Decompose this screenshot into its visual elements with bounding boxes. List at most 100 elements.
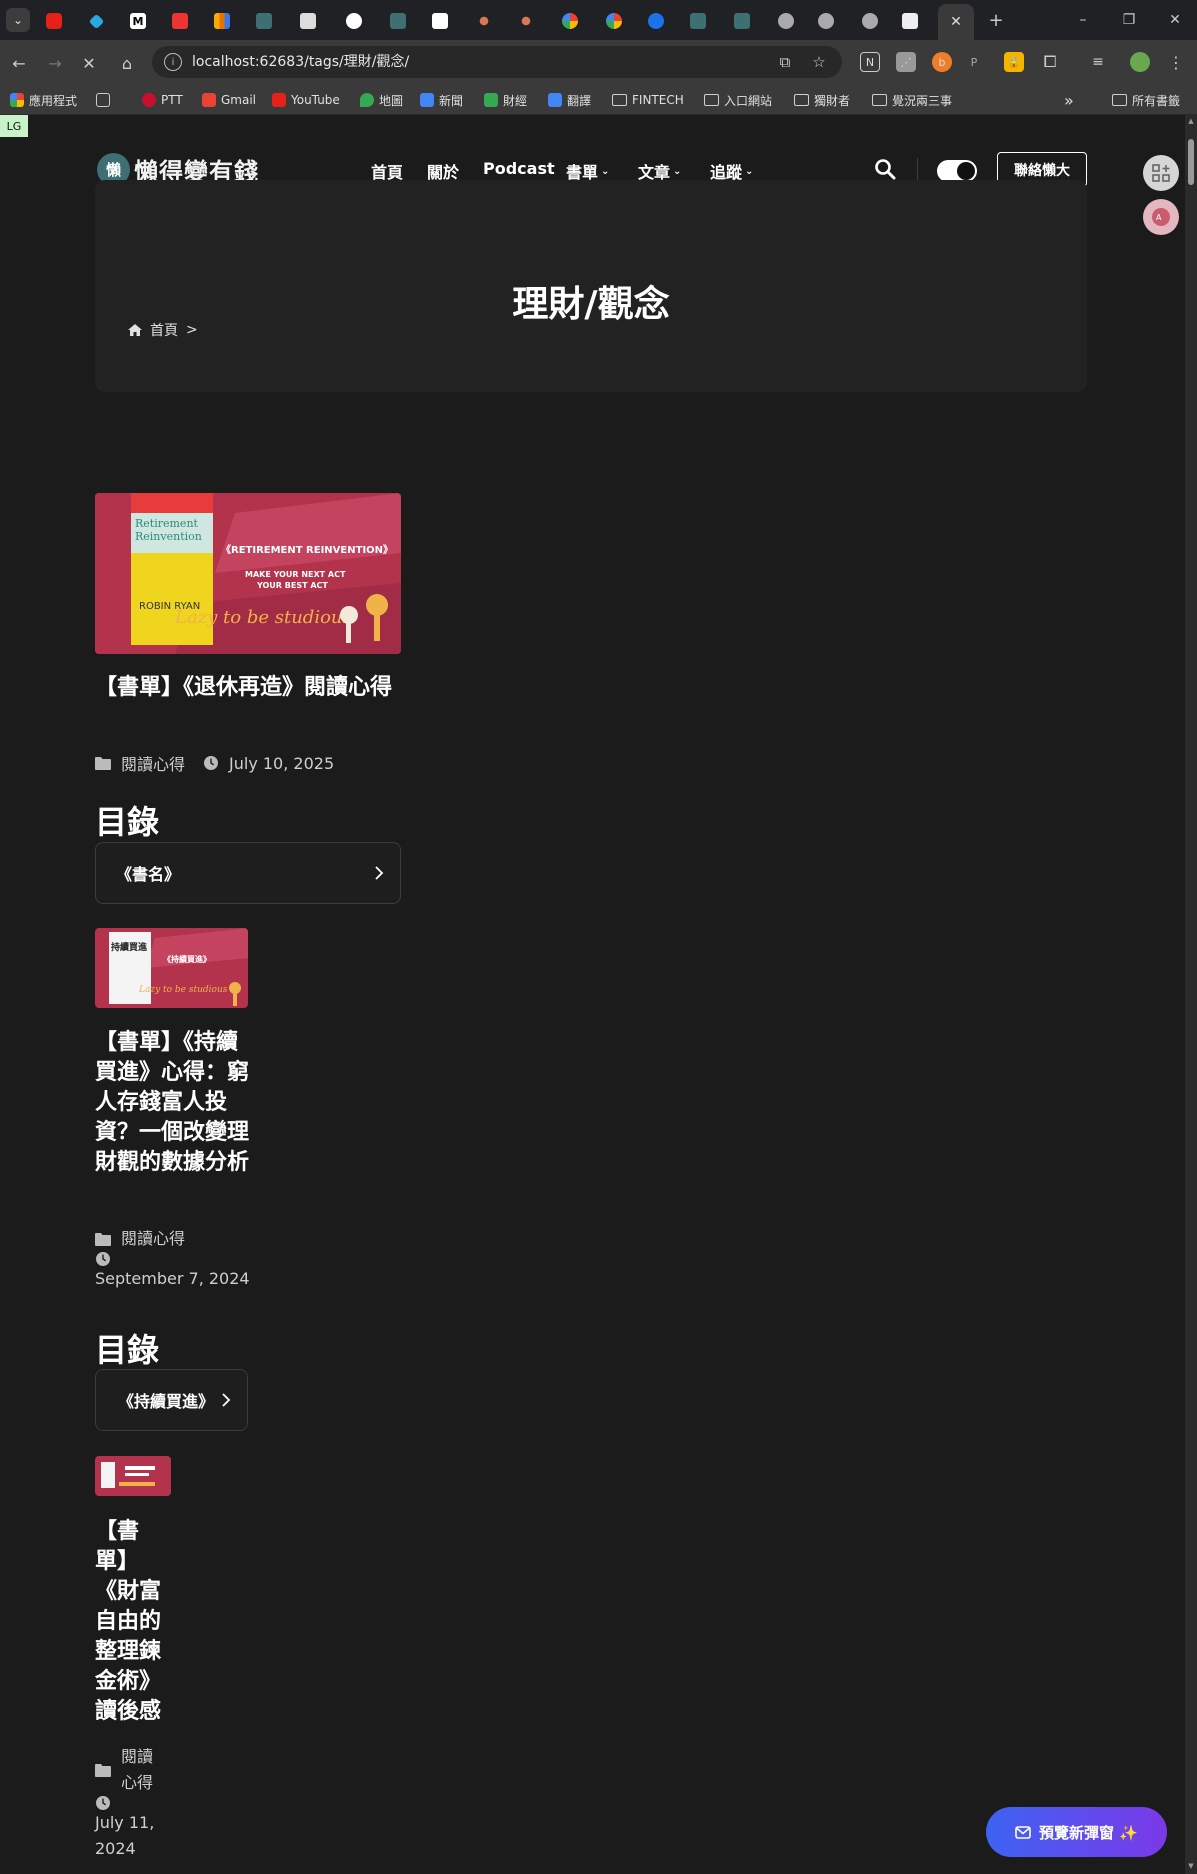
google-favicon-icon [562,13,578,29]
nav-podcast[interactable]: Podcast [483,159,555,178]
chevron-down-icon: ⌄ [745,165,754,177]
url-text[interactable]: localhost:62683/tags/理財/觀念/ [192,46,409,78]
tab-18[interactable] [768,8,804,34]
bookmark-translate[interactable]: 翻譯 [548,91,591,109]
tab-13[interactable] [552,8,588,34]
folder-icon [95,757,111,770]
translate-icon[interactable]: A [1143,199,1179,235]
grid-icon[interactable] [96,91,110,109]
toc-dropdown[interactable]: 《持續買進》 [95,1369,248,1431]
tab-6[interactable] [246,8,282,34]
toc-dropdown[interactable]: 《書名》 [95,842,401,904]
breadcrumb: 首頁 > [128,320,198,340]
site-favicon-icon [256,13,272,29]
bookmark-finance[interactable]: 財經 [484,91,527,109]
tab-7[interactable] [290,8,326,34]
media-control-icon[interactable]: ≡ [1088,52,1108,72]
extension-icon[interactable]: P [964,52,984,72]
tab-14[interactable] [596,8,632,34]
finance-icon [484,93,498,107]
back-arrow-icon[interactable]: ← [6,50,32,76]
globe-favicon-icon [778,13,794,29]
tab-5[interactable] [204,8,240,34]
scrollbar-thumb[interactable] [1188,139,1194,185]
close-tab-icon[interactable]: ✕ [950,14,962,30]
bookmark-ptt[interactable]: PTT [142,91,183,109]
tab-17[interactable] [724,8,760,34]
cover-headline: 《RETIREMENT REINVENTION》 [221,543,393,556]
bookmark-maps[interactable]: 地圖 [360,91,403,109]
page-scrollbar[interactable]: ▲ ▼ [1185,115,1197,1874]
tab-search-button[interactable]: ⌄ [6,8,30,32]
folder-icon [1112,94,1127,106]
bookmark-folder-portal[interactable]: 入口網站 [704,91,772,109]
profile-avatar[interactable] [1130,52,1150,72]
tab-10[interactable] [422,8,458,34]
restore-button[interactable]: ❐ [1114,8,1144,32]
tab-11[interactable] [466,8,502,34]
menu-kebab-icon[interactable]: ⋮ [1166,52,1186,72]
tab-youtube[interactable] [36,8,72,34]
home-icon[interactable]: ⌂ [114,50,140,76]
breadcrumb-home[interactable]: 首頁 [150,320,178,340]
extension-icon[interactable]: b [932,52,952,72]
all-bookmarks-button[interactable]: 所有書籤 [1112,91,1180,109]
address-bar[interactable]: i localhost:62683/tags/理財/觀念/ ⧉ ☆ [152,46,842,78]
tab-9[interactable] [380,8,416,34]
scroll-down-arrow-icon[interactable]: ▼ [1187,1862,1195,1870]
tab-19[interactable] [808,8,844,34]
stop-loading-icon[interactable]: ✕ [76,50,102,76]
tab-4[interactable] [162,8,198,34]
post-title[interactable]: 【書單】《退休再造》閱讀心得 [95,673,405,703]
tab-8[interactable] [336,8,372,34]
rss-extension-icon[interactable]: ⋰ [896,52,916,72]
post-title[interactable]: 【書單】《財富自由的整理鍊金術》讀後感 [95,1517,171,1727]
bookmark-apps[interactable]: 應用程式 [10,91,77,109]
tab-3[interactable]: M [120,8,156,34]
site-info-icon[interactable]: i [164,53,182,71]
ptt-icon [142,93,156,107]
bookmark-folder-fintech[interactable]: FINTECH [612,91,684,109]
post-date: July 10, 2025 [229,753,335,773]
cover-script: Lazy to be studious [174,607,352,628]
post-category[interactable]: 閱讀心得 [121,751,185,775]
minimize-button[interactable]: – [1068,8,1098,32]
post-cover-art: Retirement Reinvention ROBIN RYAN 《RETIR… [95,493,401,654]
close-window-button[interactable]: ✕ [1160,8,1190,32]
post-cover-image[interactable]: Retirement Reinvention ROBIN RYAN 《RETIR… [95,493,401,654]
post-cover-image[interactable]: 持續買進 《持續買進》 Lazy to be studious [95,928,248,1008]
bookmark-folder-3[interactable]: 獨財者 [794,91,850,109]
post-title[interactable]: 【書單】《持續買進》心得：窮人存錢富人投資？一個改變理財觀的數據分析 [95,1028,251,1178]
notion-extension-icon[interactable]: N [860,52,880,72]
post-cover-image[interactable] [95,1456,171,1496]
bookmark-star-icon[interactable]: ☆ [810,53,828,71]
tab-12[interactable] [508,8,544,34]
site-favicon-icon [734,13,750,29]
tab-2[interactable] [78,8,114,34]
preview-popup-button[interactable]: 預覽新彈窗 ✨ [986,1807,1167,1857]
dark-mode-toggle[interactable] [937,160,977,182]
forward-arrow-icon[interactable]: → [42,50,68,76]
tab-21[interactable] [892,8,928,34]
bookmark-news[interactable]: 新聞 [420,91,463,109]
post-category[interactable]: 閱讀心得 [121,1744,161,1796]
tab-16[interactable] [680,8,716,34]
site-favicon-icon [690,13,706,29]
bookmark-gmail[interactable]: Gmail [202,91,256,109]
scroll-up-arrow-icon[interactable]: ▲ [1187,117,1195,125]
install-app-icon[interactable]: ⧉ [776,53,794,71]
post-category[interactable]: 閱讀心得 [121,1226,241,1252]
bookmark-folder-4[interactable]: 覺況兩三事 [872,91,952,109]
extensions-puzzle-icon[interactable]: ⧠ [1040,52,1060,72]
tab-15[interactable] [638,8,674,34]
home-icon [128,324,142,336]
extension-icon[interactable]: 🔒 [1004,52,1024,72]
widgets-icon[interactable] [1143,155,1179,191]
tab-active[interactable]: ✕ [938,4,974,40]
tab-20[interactable] [852,8,888,34]
bookmark-youtube[interactable]: YouTube [272,91,340,109]
bookmarks-overflow-chevron-icon[interactable]: » [1064,91,1074,110]
search-icon[interactable] [874,158,896,180]
new-tab-button[interactable]: + [984,8,1008,32]
apps-icon [10,93,24,107]
